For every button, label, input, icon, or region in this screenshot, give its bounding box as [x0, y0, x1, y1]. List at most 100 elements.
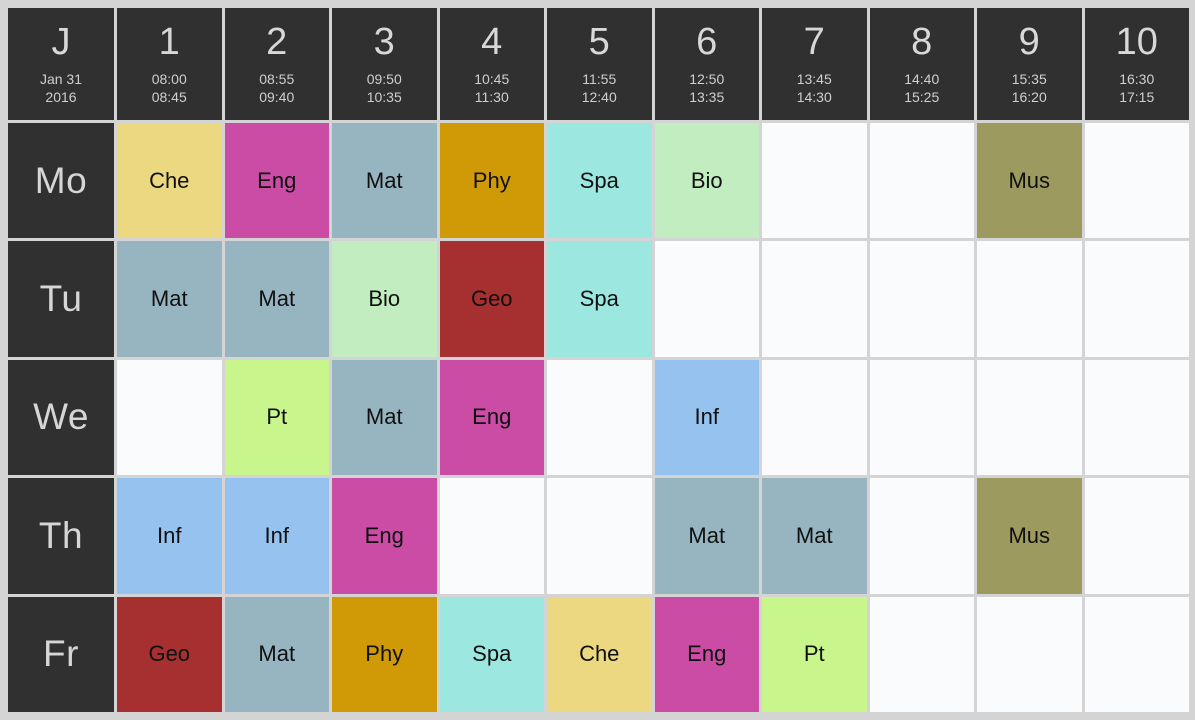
lesson-cell-bio[interactable]: Bio — [332, 241, 437, 357]
lesson-cell-empty[interactable] — [1084, 241, 1189, 357]
lesson-cell-empty[interactable] — [1084, 596, 1189, 712]
lesson-cell-mus[interactable]: Mus — [977, 123, 1082, 239]
timetable-app: J Jan 31 2016 1 08:00 08:45 2 08:55 09:40 3 09:50 1… — [0, 0, 1195, 720]
lesson-cell-empty[interactable] — [117, 359, 222, 476]
period-number: 5 — [588, 21, 610, 63]
day-label-mo[interactable]: Mo — [8, 123, 114, 239]
lesson-cell-mat[interactable]: Mat — [332, 123, 437, 239]
lesson-cell-mat[interactable]: Mat — [762, 478, 867, 594]
lesson-cell-inf[interactable]: Inf — [654, 359, 759, 476]
lesson-cell-empty[interactable] — [869, 123, 974, 239]
lesson-cell-eng[interactable]: Eng — [332, 478, 437, 594]
lesson-cell-inf[interactable]: Inf — [117, 478, 222, 594]
period-start-time: 10:45 — [474, 71, 510, 87]
lesson-cell-empty[interactable] — [762, 359, 867, 476]
lesson-cell-empty[interactable] — [1084, 478, 1189, 594]
period-number: 1 — [158, 21, 180, 63]
lesson-cell-eng[interactable]: Eng — [439, 359, 544, 476]
lesson-cell-eng[interactable]: Eng — [224, 123, 329, 239]
period-end-time: 11:30 — [474, 89, 509, 105]
lesson-cell-phy[interactable]: Phy — [439, 123, 544, 239]
lesson-cell-geo[interactable]: Geo — [117, 596, 222, 712]
lesson-cell-empty[interactable] — [762, 241, 867, 357]
period-number: 2 — [266, 21, 288, 63]
lesson-cell-empty[interactable] — [869, 596, 974, 712]
lesson-cell-che[interactable]: Che — [117, 123, 222, 239]
lesson-cell-mus[interactable]: Mus — [977, 478, 1082, 594]
lesson-cell-eng[interactable]: Eng — [654, 596, 759, 712]
period-number: 4 — [481, 21, 503, 63]
lesson-cell-phy[interactable]: Phy — [332, 596, 437, 712]
period-end-time: 12:40 — [581, 89, 617, 105]
lesson-cell-empty[interactable] — [977, 359, 1082, 476]
day-label-th[interactable]: Th — [8, 478, 114, 594]
corner-date-line1: Jan 31 — [39, 71, 83, 87]
period-header-10[interactable]: 10 16:30 17:15 — [1084, 8, 1189, 120]
period-times: 10:45 11:30 — [474, 70, 509, 106]
period-times: 09:50 10:35 — [367, 70, 402, 106]
period-header-3[interactable]: 3 09:50 10:35 — [332, 8, 437, 120]
lesson-cell-spa[interactable]: Spa — [439, 596, 544, 712]
day-label-tu[interactable]: Tu — [8, 241, 114, 357]
lesson-cell-mat[interactable]: Mat — [224, 596, 329, 712]
lesson-cell-empty[interactable] — [977, 241, 1082, 357]
period-header-5[interactable]: 5 11:55 12:40 — [547, 8, 652, 120]
period-number: 6 — [696, 21, 718, 63]
lesson-cell-empty[interactable] — [1084, 359, 1189, 476]
lesson-cell-empty[interactable] — [547, 359, 652, 476]
lesson-cell-che[interactable]: Che — [547, 596, 652, 712]
period-header-4[interactable]: 4 10:45 11:30 — [439, 8, 544, 120]
period-end-time: 08:45 — [151, 89, 187, 105]
lesson-cell-empty[interactable] — [762, 123, 867, 239]
lesson-cell-spa[interactable]: Spa — [547, 241, 652, 357]
period-start-time: 12:50 — [689, 71, 725, 87]
period-start-time: 09:50 — [366, 71, 402, 87]
lesson-cell-bio[interactable]: Bio — [654, 123, 759, 239]
period-header-9[interactable]: 9 15:35 16:20 — [977, 8, 1082, 120]
lesson-cell-inf[interactable]: Inf — [224, 478, 329, 594]
period-times: 15:35 16:20 — [1012, 70, 1047, 106]
period-start-time: 08:55 — [259, 71, 295, 87]
period-header-6[interactable]: 6 12:50 13:35 — [654, 8, 759, 120]
lesson-cell-empty[interactable] — [869, 359, 974, 476]
period-end-time: 17:15 — [1119, 89, 1155, 105]
period-end-time: 13:35 — [689, 89, 725, 105]
period-header-8[interactable]: 8 14:40 15:25 — [869, 8, 974, 120]
lesson-cell-empty[interactable] — [547, 478, 652, 594]
lesson-cell-empty[interactable] — [869, 478, 974, 594]
period-end-time: 14:30 — [796, 89, 832, 105]
day-label-we[interactable]: We — [8, 359, 114, 476]
period-times: 13:45 14:30 — [797, 70, 832, 106]
corner-label: J — [51, 21, 71, 63]
period-start-time: 11:55 — [582, 71, 617, 87]
lesson-cell-empty[interactable] — [869, 241, 974, 357]
period-header-1[interactable]: 1 08:00 08:45 — [117, 8, 222, 120]
lesson-cell-mat[interactable]: Mat — [332, 359, 437, 476]
lesson-cell-geo[interactable]: Geo — [439, 241, 544, 357]
period-times: 11:55 12:40 — [582, 70, 617, 106]
lesson-cell-mat[interactable]: Mat — [654, 478, 759, 594]
lesson-cell-empty[interactable] — [977, 596, 1082, 712]
period-start-time: 13:45 — [796, 71, 832, 87]
lesson-cell-empty[interactable] — [654, 241, 759, 357]
period-start-time: 08:00 — [151, 71, 187, 87]
lesson-cell-mat[interactable]: Mat — [117, 241, 222, 357]
period-times: 16:30 17:15 — [1119, 70, 1154, 106]
header-corner-date: J Jan 31 2016 — [8, 8, 114, 120]
period-header-7[interactable]: 7 13:45 14:30 — [762, 8, 867, 120]
lesson-cell-mat[interactable]: Mat — [224, 241, 329, 357]
lesson-cell-empty[interactable] — [1084, 123, 1189, 239]
period-number: 10 — [1115, 21, 1158, 63]
period-start-time: 15:35 — [1011, 71, 1047, 87]
period-header-2[interactable]: 2 08:55 09:40 — [224, 8, 329, 120]
period-end-time: 16:20 — [1011, 89, 1047, 105]
timetable-grid: J Jan 31 2016 1 08:00 08:45 2 08:55 09:40 3 09:50 1… — [8, 8, 1189, 712]
day-label-fr[interactable]: Fr — [8, 596, 114, 712]
period-times: 14:40 15:25 — [904, 70, 939, 106]
lesson-cell-pt[interactable]: Pt — [762, 596, 867, 712]
lesson-cell-empty[interactable] — [439, 478, 544, 594]
period-number: 8 — [911, 21, 933, 63]
period-start-time: 16:30 — [1119, 71, 1155, 87]
lesson-cell-spa[interactable]: Spa — [547, 123, 652, 239]
lesson-cell-pt[interactable]: Pt — [224, 359, 329, 476]
